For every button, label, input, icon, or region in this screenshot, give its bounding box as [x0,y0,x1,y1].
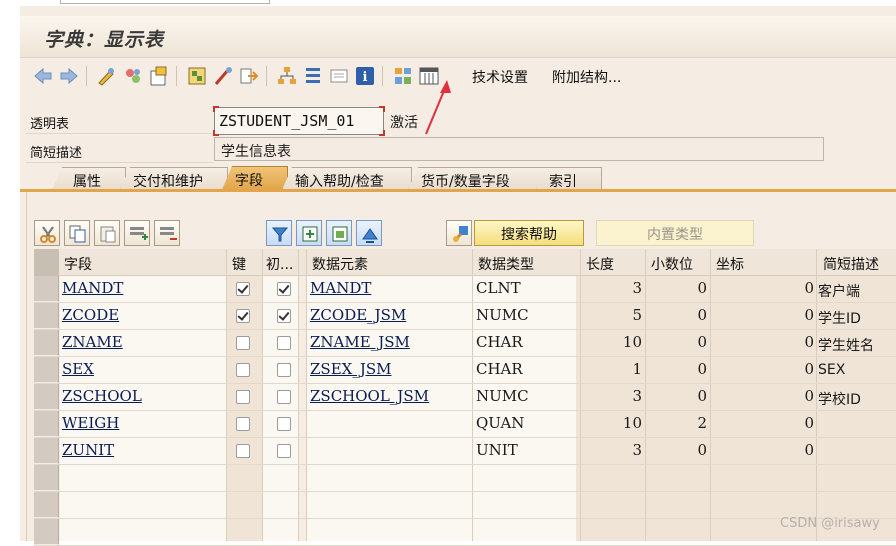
annotation-arrow [425,80,451,135]
watermark: CSDN @irisawy [780,516,880,531]
